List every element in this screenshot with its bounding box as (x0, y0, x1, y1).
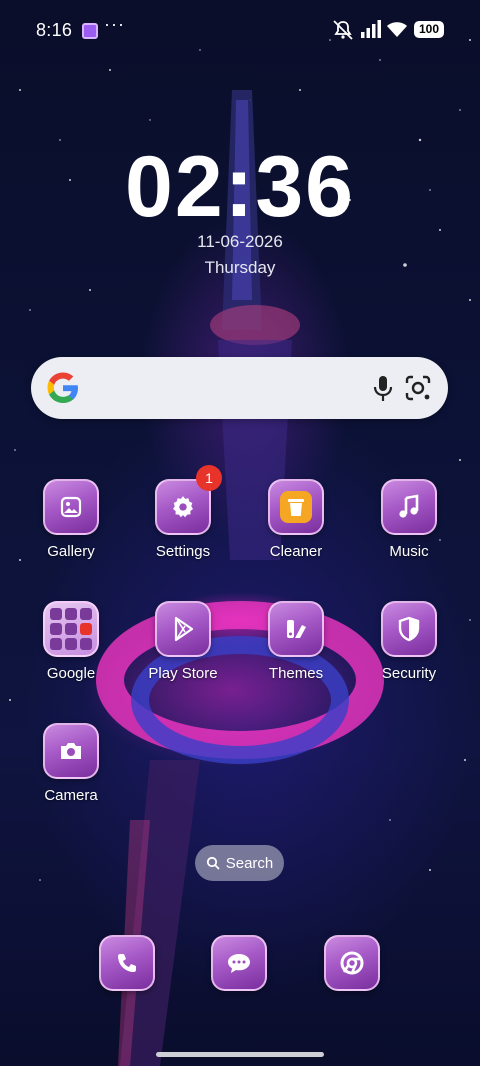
play-icon (155, 601, 211, 657)
status-time: 8:16 (36, 20, 73, 40)
app-camera[interactable]: Camera (26, 723, 116, 804)
mute-icon (332, 20, 354, 45)
music-note-icon (381, 479, 437, 535)
app-settings[interactable]: 1 Settings (138, 465, 228, 560)
dock-phone[interactable] (82, 935, 172, 991)
mic-icon[interactable] (369, 373, 397, 408)
notification-badge: 1 (196, 465, 222, 491)
app-security[interactable]: Security (364, 601, 454, 682)
app-label: Camera (44, 787, 98, 804)
app-label: Play Store (148, 665, 218, 682)
folder-icon (43, 601, 99, 657)
search-pill-label: Search (225, 854, 274, 872)
app-play-store[interactable]: Play Store (138, 601, 228, 682)
app-label: Settings (155, 543, 211, 560)
app-label: Security (381, 665, 437, 682)
wifi-icon (386, 20, 408, 43)
search-icon (206, 856, 220, 870)
dock-chrome[interactable] (307, 935, 397, 991)
notification-app-icon (82, 23, 98, 39)
app-themes[interactable]: Themes (251, 601, 341, 682)
chrome-icon (324, 935, 380, 991)
messages-icon (211, 935, 267, 991)
home-gesture-bar[interactable] (156, 1052, 324, 1057)
trash-icon (280, 491, 312, 523)
camera-icon (43, 723, 99, 779)
signal-icon (360, 20, 382, 43)
gallery-icon (43, 479, 99, 535)
themes-icon (268, 601, 324, 657)
app-search-button[interactable]: Search (195, 845, 284, 881)
more-notifications-icon: ··· (104, 14, 125, 34)
app-folder-google[interactable]: Google (26, 601, 116, 682)
lockscreen-weekday: Thursday (204, 258, 276, 277)
lockscreen-date: 11-06-2026 (197, 232, 283, 251)
app-label: Themes (268, 665, 324, 682)
status-bar: 8:16 ··· 100 (0, 0, 480, 60)
google-g-icon (45, 370, 81, 411)
battery-indicator: 100 (414, 21, 444, 38)
cleaner-tile (268, 479, 324, 535)
app-cleaner[interactable]: Cleaner (251, 479, 341, 560)
app-music[interactable]: Music (364, 479, 454, 560)
app-label: Music (389, 543, 429, 560)
shield-icon (381, 601, 437, 657)
app-label: Gallery (47, 543, 95, 560)
dock-messages[interactable] (194, 935, 284, 991)
lockscreen-clock[interactable]: 02:36 (0, 138, 480, 237)
lens-icon[interactable] (403, 373, 433, 408)
google-search-widget[interactable] (31, 357, 448, 419)
phone-icon (99, 935, 155, 991)
app-gallery[interactable]: Gallery (26, 479, 116, 560)
app-label: Cleaner (269, 543, 323, 560)
app-label: Google (46, 665, 96, 682)
